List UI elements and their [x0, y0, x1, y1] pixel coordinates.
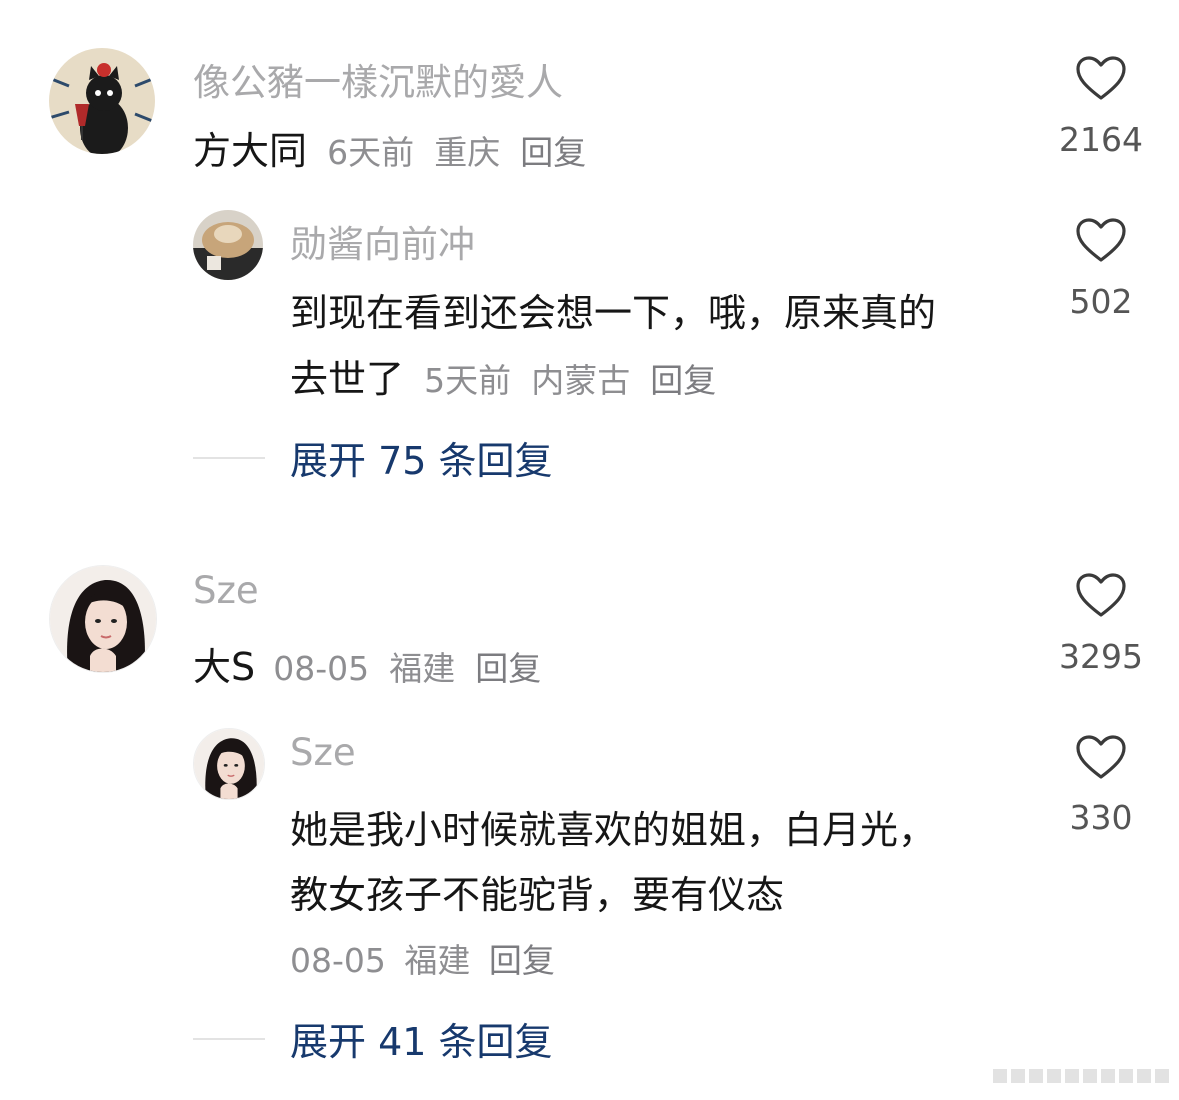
- reply-text-line-2: 教女孩子不能驼背，要有仪态: [290, 873, 785, 917]
- username[interactable]: Sze: [193, 569, 259, 612]
- comment-time: 08-05: [290, 941, 386, 980]
- like-count: 502: [1069, 282, 1133, 321]
- portrait-avatar-icon[interactable]: [193, 728, 265, 800]
- reply-text-line-1: 她是我小时候就喜欢的姐姐，白月光，: [290, 808, 937, 852]
- username[interactable]: 勋酱向前冲: [290, 214, 475, 268]
- like-count: 330: [1069, 798, 1133, 837]
- expand-replies-label[interactable]: 展开 75 条回复: [290, 430, 553, 485]
- heart-icon: [1076, 218, 1126, 262]
- comment-location: 福建: [404, 941, 471, 980]
- portrait-avatar-icon[interactable]: [49, 565, 157, 673]
- username[interactable]: Sze: [290, 731, 356, 774]
- heart-icon: [1076, 735, 1126, 779]
- comment-time: 5天前: [424, 361, 512, 400]
- comment-location: 内蒙古: [531, 361, 631, 400]
- reply-text: 去世了: [290, 357, 405, 401]
- heart-icon: [1076, 573, 1126, 617]
- comment-time: 6天前: [327, 133, 415, 172]
- reply-button[interactable]: 回复: [520, 133, 586, 172]
- expand-replies[interactable]: 展开 41 条回复: [193, 1011, 553, 1066]
- like-button[interactable]: [1074, 55, 1128, 103]
- comment-location: 重庆: [434, 133, 501, 172]
- like-button[interactable]: [1074, 217, 1128, 265]
- divider-line: [193, 456, 265, 459]
- reply-text-line-2: 去世了 5天前 内蒙古 回复: [290, 348, 716, 403]
- comment-time: 08-05: [273, 649, 370, 688]
- comment-location: 福建: [389, 649, 456, 688]
- comment-text: 大S: [193, 645, 256, 689]
- cat-avatar-icon[interactable]: [49, 48, 155, 154]
- reply-button[interactable]: 回复: [650, 361, 716, 400]
- watermark-icon: [993, 1069, 1169, 1083]
- heart-icon: [1076, 56, 1126, 100]
- username[interactable]: 像公豬一樣沉默的愛人: [193, 52, 563, 106]
- photo-avatar-icon[interactable]: [193, 210, 263, 280]
- divider-line: [193, 1037, 265, 1040]
- like-button[interactable]: [1074, 572, 1128, 620]
- like-button[interactable]: [1074, 734, 1128, 782]
- reply-button[interactable]: 回复: [475, 649, 541, 688]
- comment-text-line: 方大同 6天前 重庆 回复: [193, 120, 586, 175]
- like-count: 3295: [1059, 637, 1143, 676]
- expand-replies[interactable]: 展开 75 条回复: [193, 430, 553, 485]
- reply-meta-line: 08-05 福建 回复: [290, 934, 555, 982]
- reply-text-line-1: 到现在看到还会想一下，哦，原来真的: [290, 291, 937, 335]
- expand-replies-label[interactable]: 展开 41 条回复: [290, 1011, 553, 1066]
- comment-text-line: 大S 08-05 福建 回复: [193, 636, 541, 691]
- like-count: 2164: [1059, 120, 1143, 159]
- comment-text: 方大同: [193, 129, 308, 173]
- reply-button[interactable]: 回复: [489, 941, 555, 980]
